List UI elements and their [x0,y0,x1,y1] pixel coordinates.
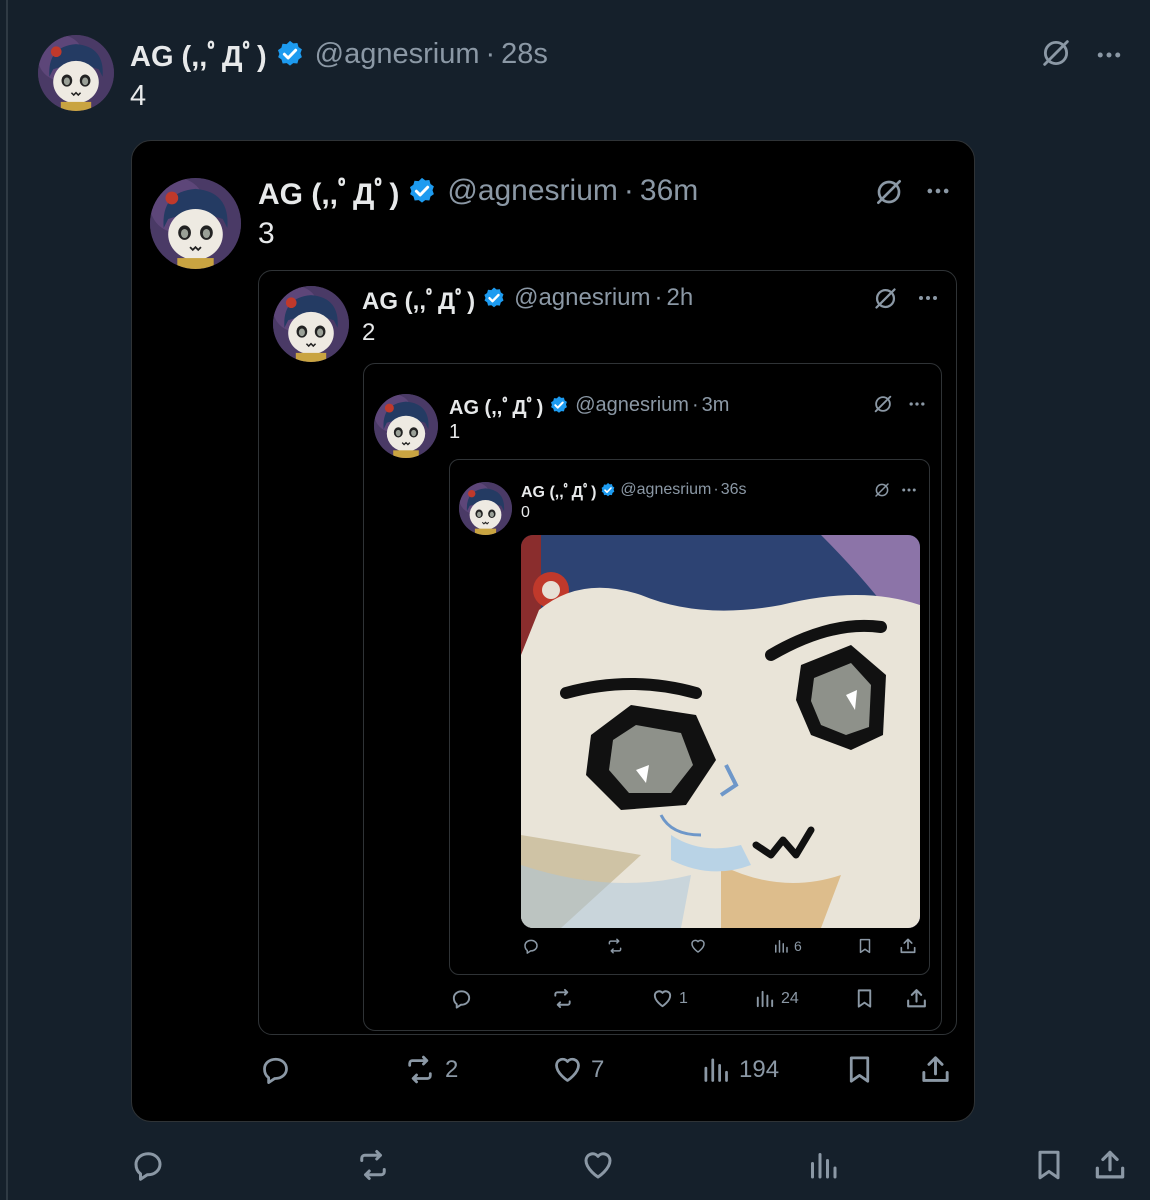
share-icon[interactable] [918,1052,953,1087]
grok-icon[interactable] [1039,36,1073,70]
repost-button[interactable] [550,987,580,1010]
handle[interactable]: @agnesrium [447,174,618,208]
share-icon[interactable] [904,986,929,1011]
handle[interactable]: @agnesrium [514,284,650,312]
timestamp[interactable]: 3m [702,394,730,417]
tweet-header: AG (,,ﾟДﾟ) @agnesrium · 2h [362,281,694,316]
bookmark-icon[interactable] [843,1053,876,1086]
handle[interactable]: @agnesrium [575,394,689,417]
avatar[interactable] [273,286,349,362]
more-icon[interactable] [906,394,928,414]
tweet-media-image[interactable] [521,535,920,928]
avatar[interactable] [150,178,241,269]
bookmark-icon[interactable] [853,987,876,1010]
more-icon[interactable] [915,286,941,310]
handle[interactable]: @agnesrium [620,481,711,499]
more-icon[interactable] [1092,40,1126,70]
grok-icon[interactable] [872,393,894,415]
reply-button[interactable] [522,937,544,955]
verified-badge-icon [275,39,305,69]
more-icon[interactable] [922,177,954,205]
verified-badge-icon [600,482,616,498]
tweet-text: 4 [130,80,147,112]
like-count: 1 [679,989,688,1007]
verified-badge-icon [549,395,569,415]
views-count: 6 [794,938,802,954]
display-name[interactable]: AG (,,ﾟДﾟ) [258,169,399,213]
timestamp[interactable]: 28s [501,38,548,71]
repost-button[interactable]: 2 [402,1053,458,1086]
like-button[interactable] [580,1147,623,1183]
tweet-header: AG (,,ﾟДﾟ) @agnesrium · 36s [521,478,747,502]
separator: · [713,481,719,498]
display-name[interactable]: AG (,,ﾟДﾟ) [521,478,596,502]
timestamp[interactable]: 2h [667,284,694,312]
reply-button[interactable] [130,1147,173,1183]
grok-icon[interactable] [873,481,891,499]
verified-badge-icon [407,176,437,206]
tweet-header: AG (,,ﾟДﾟ) @agnesrium · 3m [449,391,730,420]
display-name[interactable]: AG (,,ﾟДﾟ) [449,391,543,420]
timestamp[interactable]: 36m [640,174,698,208]
avatar[interactable] [459,482,512,535]
views-button[interactable] [805,1147,848,1183]
separator: · [485,37,496,70]
views-count: 194 [739,1055,780,1083]
repost-button[interactable] [605,937,629,955]
display-name[interactable]: AG (,,ﾟДﾟ) [362,281,475,316]
more-icon[interactable] [900,481,918,499]
timestamp[interactable]: 36s [721,481,747,499]
verified-badge-icon [482,286,506,310]
repost-button[interactable] [354,1147,399,1183]
like-count: 7 [591,1055,605,1083]
tweet-text: 1 [449,421,461,443]
like-button[interactable] [689,937,711,955]
timeline-border [6,0,8,1200]
tweet-header: AG (,,ﾟДﾟ) @agnesrium · 28s [130,33,548,75]
bookmark-icon[interactable] [1031,1147,1067,1183]
grok-icon[interactable] [873,176,905,208]
share-icon[interactable] [898,936,918,956]
views-button[interactable]: 194 [699,1053,779,1086]
like-button[interactable]: 7 [551,1053,604,1086]
tweet-text: 0 [521,504,530,521]
display-name[interactable]: AG (,,ﾟДﾟ) [130,33,267,75]
repost-count: 2 [445,1055,459,1083]
separator: · [623,174,634,207]
reply-button[interactable] [259,1053,299,1086]
grok-icon[interactable] [872,285,899,312]
share-icon[interactable] [1091,1146,1129,1184]
views-count: 24 [781,989,799,1007]
avatar[interactable] [38,35,114,111]
avatar[interactable] [374,394,438,458]
bookmark-icon[interactable] [856,937,874,955]
tweet-text: 3 [258,217,275,250]
like-button[interactable]: 1 [651,987,688,1010]
views-button[interactable]: 6 [772,937,802,955]
separator: · [691,393,699,416]
tweet-text: 2 [362,319,376,346]
separator: · [654,284,663,311]
tweet-header: AG (,,ﾟДﾟ) @agnesrium · 36m [258,169,698,213]
handle[interactable]: @agnesrium [315,38,480,71]
reply-button[interactable] [450,987,478,1010]
views-button[interactable]: 24 [753,987,799,1010]
